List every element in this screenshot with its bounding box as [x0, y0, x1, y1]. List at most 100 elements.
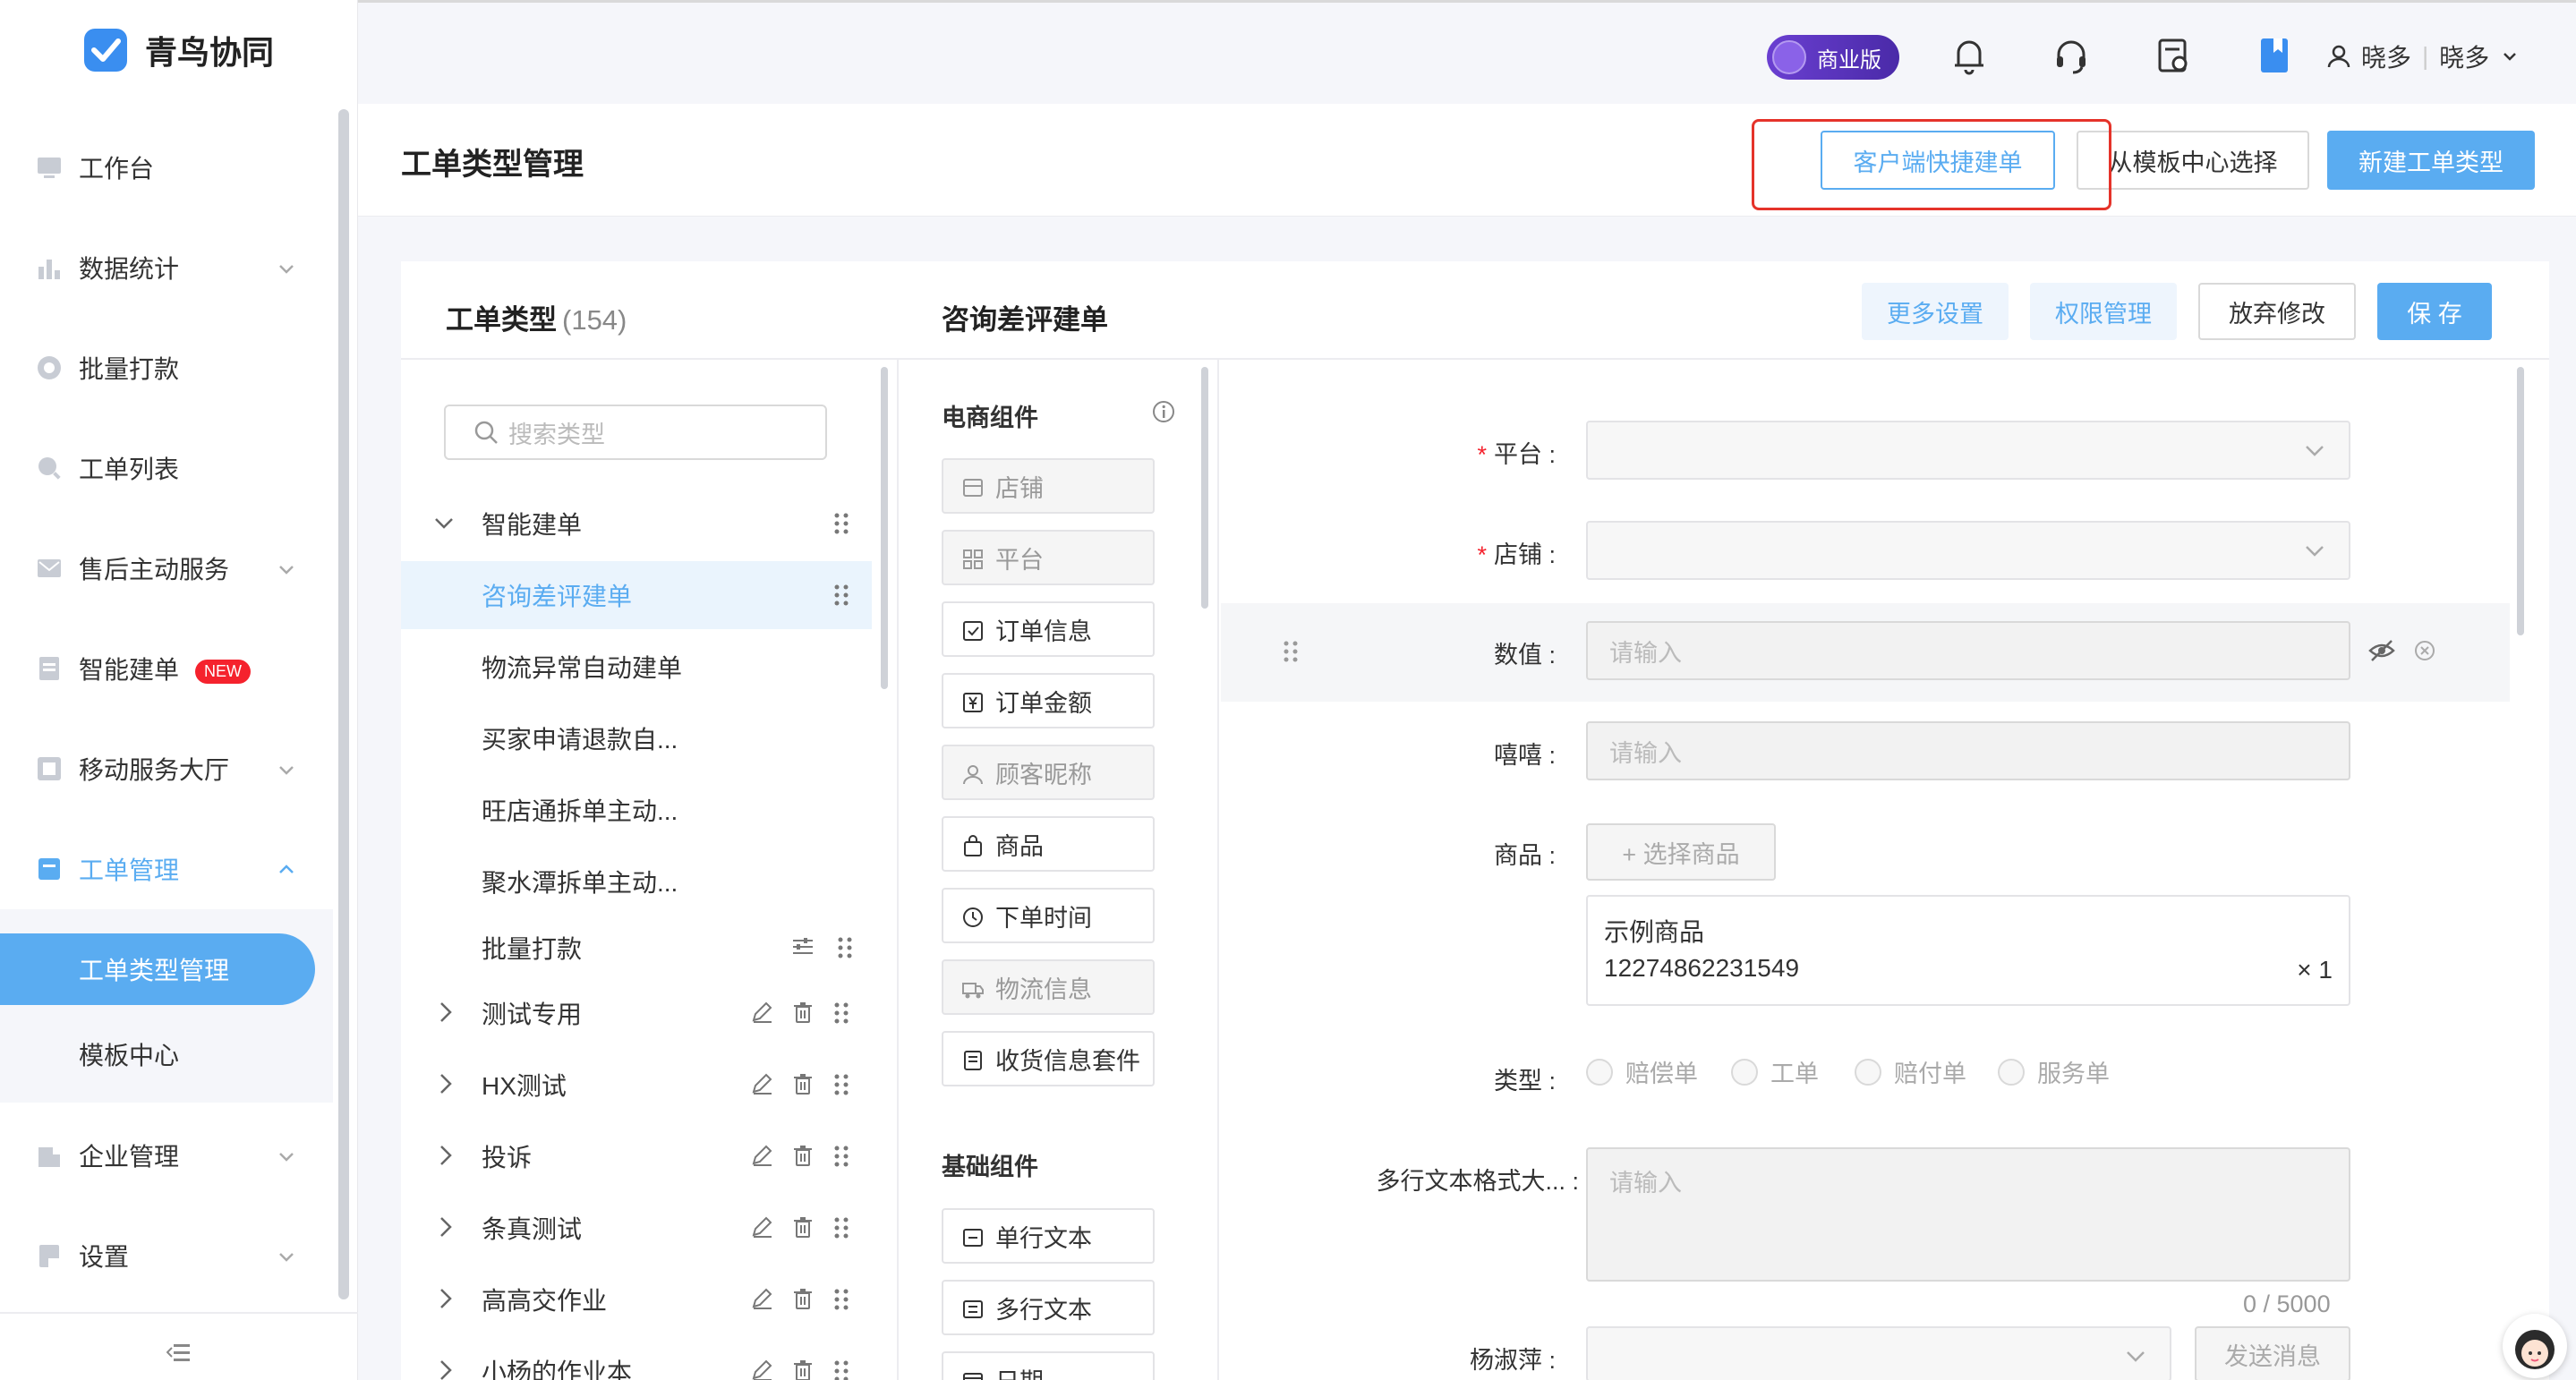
tree-actions	[750, 1287, 850, 1312]
tree-item[interactable]: 聚水潭拆单主动...	[401, 848, 872, 916]
delete-icon[interactable]	[791, 1359, 815, 1380]
choose-from-template-button[interactable]: 从模板中心选择	[2077, 131, 2309, 190]
multiline-textarea[interactable]: 请输入	[1586, 1147, 2350, 1282]
chevron-down-icon	[276, 759, 297, 780]
tree-item[interactable]: 旺店通拆单主动...	[401, 776, 872, 844]
bookmark-icon[interactable]	[2257, 37, 2293, 76]
component-item[interactable]: 日期	[942, 1351, 1155, 1380]
tree-item[interactable]: 买家申请退款自...	[401, 704, 872, 772]
tree-group-smart-create[interactable]: 智能建单	[401, 490, 872, 558]
collapse-icon[interactable]	[166, 1342, 192, 1364]
type-radio-option[interactable]: 赔偿单	[1586, 1054, 1698, 1089]
component-item[interactable]: 物流信息	[942, 959, 1155, 1015]
drag-handle-icon[interactable]	[1282, 639, 1300, 664]
sliders-icon[interactable]	[791, 935, 815, 960]
delete-icon[interactable]	[791, 1001, 815, 1026]
component-item[interactable]: 店铺	[942, 458, 1155, 514]
sidebar-item-ticket-list[interactable]: 工单列表	[0, 428, 340, 508]
tree-group[interactable]: 测试专用	[401, 979, 872, 1047]
component-item[interactable]: 平台	[942, 530, 1155, 585]
sidebar-item-stats[interactable]: 数据统计	[0, 227, 340, 308]
info-icon[interactable]	[1151, 399, 1176, 424]
new-ticket-type-button[interactable]: 新建工单类型	[2327, 131, 2535, 190]
edit-icon[interactable]	[750, 1359, 773, 1380]
tree-group[interactable]: HX测试	[401, 1051, 872, 1119]
tree-group[interactable]: 高高交作业	[401, 1265, 872, 1333]
drag-handle-icon[interactable]	[832, 1215, 850, 1240]
remove-field-icon[interactable]	[2413, 639, 2436, 662]
bell-icon[interactable]	[1951, 37, 1987, 76]
component-item[interactable]: 订单金额	[942, 673, 1155, 728]
tree-item-batch-pay[interactable]: 批量打款	[401, 914, 872, 982]
assistant-avatar[interactable]	[2503, 1314, 2567, 1378]
platform-select[interactable]	[1586, 421, 2350, 480]
component-item[interactable]: 顾客昵称	[942, 745, 1155, 800]
form-scrollbar[interactable]	[2517, 367, 2524, 635]
sidebar-item-after-sales[interactable]: 售后主动服务	[0, 528, 340, 609]
type-radio-option[interactable]: 工单	[1731, 1054, 1819, 1089]
select-goods-button[interactable]: + 选择商品	[1586, 823, 1776, 881]
delete-icon[interactable]	[791, 1072, 815, 1097]
discard-changes-button[interactable]: 放弃修改	[2198, 283, 2356, 340]
tree-group[interactable]: 投诉	[401, 1122, 872, 1190]
shop-select[interactable]	[1586, 521, 2350, 580]
edit-icon[interactable]	[750, 1001, 773, 1026]
permission-management-button[interactable]: 权限管理	[2030, 283, 2177, 340]
sidebar-subitem-ticket-type[interactable]: 工单类型管理	[0, 933, 315, 1005]
edit-icon[interactable]	[750, 1287, 773, 1312]
drag-handle-icon[interactable]	[832, 511, 850, 536]
required-mark: *	[1477, 441, 1487, 468]
sidebar-subitem-template-center[interactable]: 模板中心	[0, 1018, 333, 1090]
type-radio-option[interactable]: 赔付单	[1855, 1054, 1966, 1089]
number-input[interactable]: 请输入	[1586, 621, 2350, 680]
delete-icon[interactable]	[791, 1144, 815, 1169]
sidebar-item-settings[interactable]: 设置	[0, 1215, 340, 1296]
user-menu[interactable]: 晓多 | 晓多	[2327, 38, 2520, 74]
user-name: 晓多	[2361, 44, 2412, 72]
component-item[interactable]: 订单信息	[942, 601, 1155, 657]
drag-handle-icon[interactable]	[832, 1001, 850, 1026]
sidebar-item-batch-pay[interactable]: 批量打款	[0, 328, 340, 408]
drag-handle-icon[interactable]	[832, 583, 850, 608]
component-item[interactable]: 商品	[942, 816, 1155, 872]
xixi-input[interactable]: 请输入	[1586, 721, 2350, 780]
delete-icon[interactable]	[791, 1215, 815, 1240]
headset-icon[interactable]	[2053, 37, 2089, 76]
edit-icon[interactable]	[750, 1072, 773, 1097]
sidebar-item-smart-create[interactable]: 智能建单 NEW	[0, 628, 340, 709]
component-item[interactable]: 收货信息套件	[942, 1031, 1155, 1086]
components-scrollbar[interactable]	[1201, 367, 1208, 609]
tree-group[interactable]: 条真测试	[401, 1194, 872, 1262]
component-item[interactable]: 多行文本	[942, 1280, 1155, 1335]
tree-item[interactable]: 物流异常自动建单	[401, 633, 872, 701]
edit-icon[interactable]	[750, 1215, 773, 1240]
drag-handle-icon[interactable]	[832, 1359, 850, 1380]
save-button[interactable]: 保 存	[2377, 283, 2492, 340]
bar-chart-icon	[36, 254, 63, 281]
business-edition-badge[interactable]: 商业版	[1767, 35, 1899, 80]
sidebar-scrollbar[interactable]	[338, 109, 349, 1299]
types-scrollbar[interactable]	[881, 367, 888, 689]
sidebar-item-ticket-management[interactable]: 工单管理	[0, 829, 340, 909]
type-radio-option[interactable]: 服务单	[1998, 1054, 2110, 1089]
yang-select[interactable]	[1586, 1326, 2171, 1380]
component-item[interactable]: 单行文本	[942, 1208, 1155, 1264]
sidebar-item-enterprise[interactable]: 企业管理	[0, 1115, 340, 1196]
eye-hidden-icon[interactable]	[2368, 637, 2395, 664]
drag-handle-icon[interactable]	[832, 1144, 850, 1169]
delete-icon[interactable]	[791, 1287, 815, 1312]
drag-handle-icon[interactable]	[836, 935, 854, 960]
calendar-doc-icon[interactable]	[2155, 37, 2191, 76]
drag-handle-icon[interactable]	[832, 1287, 850, 1312]
tree-group[interactable]: 小杨的作业本	[401, 1337, 872, 1380]
type-search-box[interactable]: 搜索类型	[444, 405, 827, 460]
edit-icon[interactable]	[750, 1144, 773, 1169]
app-logo[interactable]: 青鸟协同	[82, 27, 274, 73]
sidebar-item-workbench[interactable]: 工作台	[0, 127, 340, 208]
drag-handle-icon[interactable]	[832, 1072, 850, 1097]
sidebar-item-mobile-hall[interactable]: 移动服务大厅	[0, 728, 340, 809]
send-message-button[interactable]: 发送消息	[2195, 1326, 2350, 1380]
more-settings-button[interactable]: 更多设置	[1862, 283, 2009, 340]
tree-item-consult-bad-review[interactable]: 咨询差评建单	[401, 561, 872, 629]
component-item[interactable]: 下单时间	[942, 888, 1155, 943]
